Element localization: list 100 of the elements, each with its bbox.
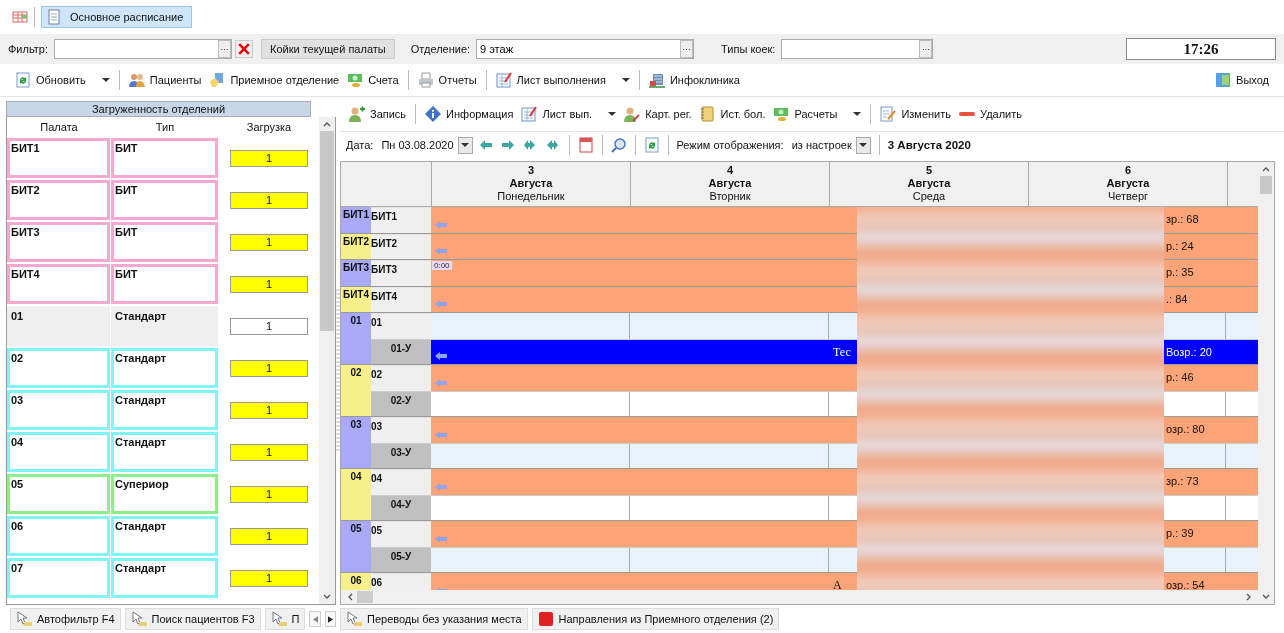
scroll-down-icon[interactable] xyxy=(1262,593,1270,601)
toolbar-button[interactable]: Карт. рег. xyxy=(621,102,695,126)
booking-bar[interactable]: озр.: 80 xyxy=(1164,417,1258,443)
filter-field[interactable] xyxy=(54,39,232,59)
empty-lane[interactable] xyxy=(1164,443,1258,468)
toolbar-button[interactable]: Отчеты xyxy=(414,68,480,92)
booking-bar[interactable]: р.: 39 xyxy=(1164,521,1258,547)
document-tab[interactable]: Основное расписание xyxy=(41,6,193,28)
table-cell: 06 xyxy=(7,516,110,556)
booking-text: р.: 46 xyxy=(1166,371,1194,383)
arrow-right-icon[interactable] xyxy=(501,140,514,150)
caret-icon xyxy=(461,143,469,147)
arrow-left-icon xyxy=(435,352,447,360)
scroll-up-icon[interactable] xyxy=(323,120,331,128)
scroll-thumb[interactable] xyxy=(320,131,334,331)
toolbar-button[interactable]: Приемное отделение xyxy=(206,68,343,92)
toolbar-button[interactable]: Изменить xyxy=(877,102,954,126)
scroll-up-icon[interactable] xyxy=(1262,165,1270,173)
double-arrow-left-icon[interactable] xyxy=(523,140,536,150)
empty-lane[interactable] xyxy=(1164,547,1258,572)
scroll-left-icon[interactable] xyxy=(346,593,354,601)
scroll-thumb[interactable] xyxy=(357,591,373,603)
scroll-thumb[interactable] xyxy=(1260,176,1272,194)
booking-bar[interactable] xyxy=(431,365,857,391)
scroll-right-icon[interactable] xyxy=(1245,593,1253,601)
bed-types-field[interactable] xyxy=(781,39,934,59)
pointer-icon xyxy=(130,611,147,627)
bottom-tab[interactable]: Переводы без указания места xyxy=(340,608,528,630)
empty-lane[interactable] xyxy=(1164,313,1258,339)
toolbar-button[interactable]: Ист. бол. xyxy=(696,102,769,126)
ellipsis-button[interactable]: ··· xyxy=(919,40,933,58)
bottom-tab[interactable]: Поиск пациентов F3 xyxy=(124,608,261,630)
toolbar-button[interactable]: Инфоклиника xyxy=(645,68,743,92)
refresh-icon xyxy=(15,72,31,88)
booking-text: зр.: 68 xyxy=(1166,213,1199,225)
booking-bar[interactable] xyxy=(431,521,857,547)
ellipsis-button[interactable]: ··· xyxy=(680,40,694,58)
room-cell: 01 xyxy=(341,313,371,364)
scroll-right-button[interactable] xyxy=(324,611,336,627)
current-beds-button[interactable]: Койки текущей палаты xyxy=(261,39,395,59)
toolbar-button[interactable]: Лист вып. xyxy=(518,102,620,126)
month-name: Августа xyxy=(1106,177,1150,190)
dropdown-button[interactable] xyxy=(457,136,473,154)
toolbar-button[interactable]: Запись xyxy=(346,102,410,126)
exit-button[interactable]: Выход xyxy=(1212,68,1272,92)
booking-bar[interactable]: А xyxy=(431,573,857,590)
checklist-icon xyxy=(521,106,538,122)
booking-bar[interactable]: зр.: 68 xyxy=(1164,207,1258,233)
arrow-left-icon[interactable] xyxy=(479,140,492,150)
booking-bar[interactable]: р.: 35 xyxy=(1164,260,1258,286)
dropdown-button[interactable] xyxy=(855,136,871,154)
booking-bar[interactable] xyxy=(431,233,857,259)
bed-cell: 04 xyxy=(371,469,431,495)
booking-bar[interactable] xyxy=(431,286,857,312)
booking-bar[interactable]: Тес xyxy=(431,339,857,364)
arrow-left-icon xyxy=(435,378,447,387)
booking-text: р.: 24 xyxy=(1166,239,1194,252)
toolbar-button[interactable]: Пациенты xyxy=(125,68,205,92)
date-value: Пн 03.08.2020 xyxy=(381,139,454,151)
day-number: 4 xyxy=(726,164,734,177)
toolbar-button[interactable]: Удалить xyxy=(956,102,1025,126)
scrollbar[interactable] xyxy=(341,590,1258,604)
ellipsis-button[interactable]: ··· xyxy=(218,40,231,58)
table-cell: БИТ1 xyxy=(7,138,110,178)
panel-title: Загруженность отделений xyxy=(6,101,311,117)
bottom-tab[interactable]: Автофильтр F4 xyxy=(10,608,121,630)
room-cell: БИТ4 xyxy=(341,286,371,312)
booking-bar[interactable]: р.: 46 xyxy=(1164,365,1258,391)
scrollbar[interactable] xyxy=(1258,162,1274,604)
triangle-left-icon xyxy=(312,615,318,623)
booking-bar[interactable]: Возр.: 20 xyxy=(1164,339,1258,364)
printer-icon xyxy=(417,72,434,88)
scroll-down-icon[interactable] xyxy=(323,593,331,601)
booking-bar[interactable] xyxy=(431,207,857,233)
checklist-icon xyxy=(495,72,512,88)
bottom-tab[interactable]: Направления из Приемного отделения (2) xyxy=(531,608,780,630)
booking-bar[interactable] xyxy=(431,417,857,443)
toolbar-button[interactable]: Информация xyxy=(422,102,517,126)
booking-bar[interactable] xyxy=(431,469,857,495)
double-arrow-right-icon[interactable] xyxy=(545,140,558,150)
search-icon[interactable] xyxy=(610,137,627,153)
toolbar-button[interactable]: Счета xyxy=(344,68,402,92)
booking-bar[interactable]: 0:00 xyxy=(431,260,857,286)
bed-cell: 01-У xyxy=(371,339,431,364)
toolbar-button[interactable]: Расчеты xyxy=(770,102,865,126)
grid-icon[interactable] xyxy=(12,9,28,25)
arrow-left-icon xyxy=(435,534,447,543)
calendar-icon[interactable] xyxy=(577,137,594,153)
arrow-left-icon xyxy=(435,430,447,439)
booking-bar[interactable]: р.: 24 xyxy=(1164,233,1258,259)
booking-bar[interactable]: .: 84 xyxy=(1164,286,1258,312)
scrollbar[interactable] xyxy=(319,117,335,604)
close-button[interactable] xyxy=(235,40,253,58)
toolbar-button[interactable]: Обновить xyxy=(12,68,113,92)
money-icon xyxy=(773,106,790,122)
toolbar-button[interactable]: Лист выполнения xyxy=(492,68,633,92)
booking-bar[interactable]: зр.: 73 xyxy=(1164,469,1258,495)
column-header: Палата xyxy=(39,121,79,133)
table-cell: БИТ3 xyxy=(7,222,110,262)
bottom-tab[interactable]: П xyxy=(264,608,306,630)
